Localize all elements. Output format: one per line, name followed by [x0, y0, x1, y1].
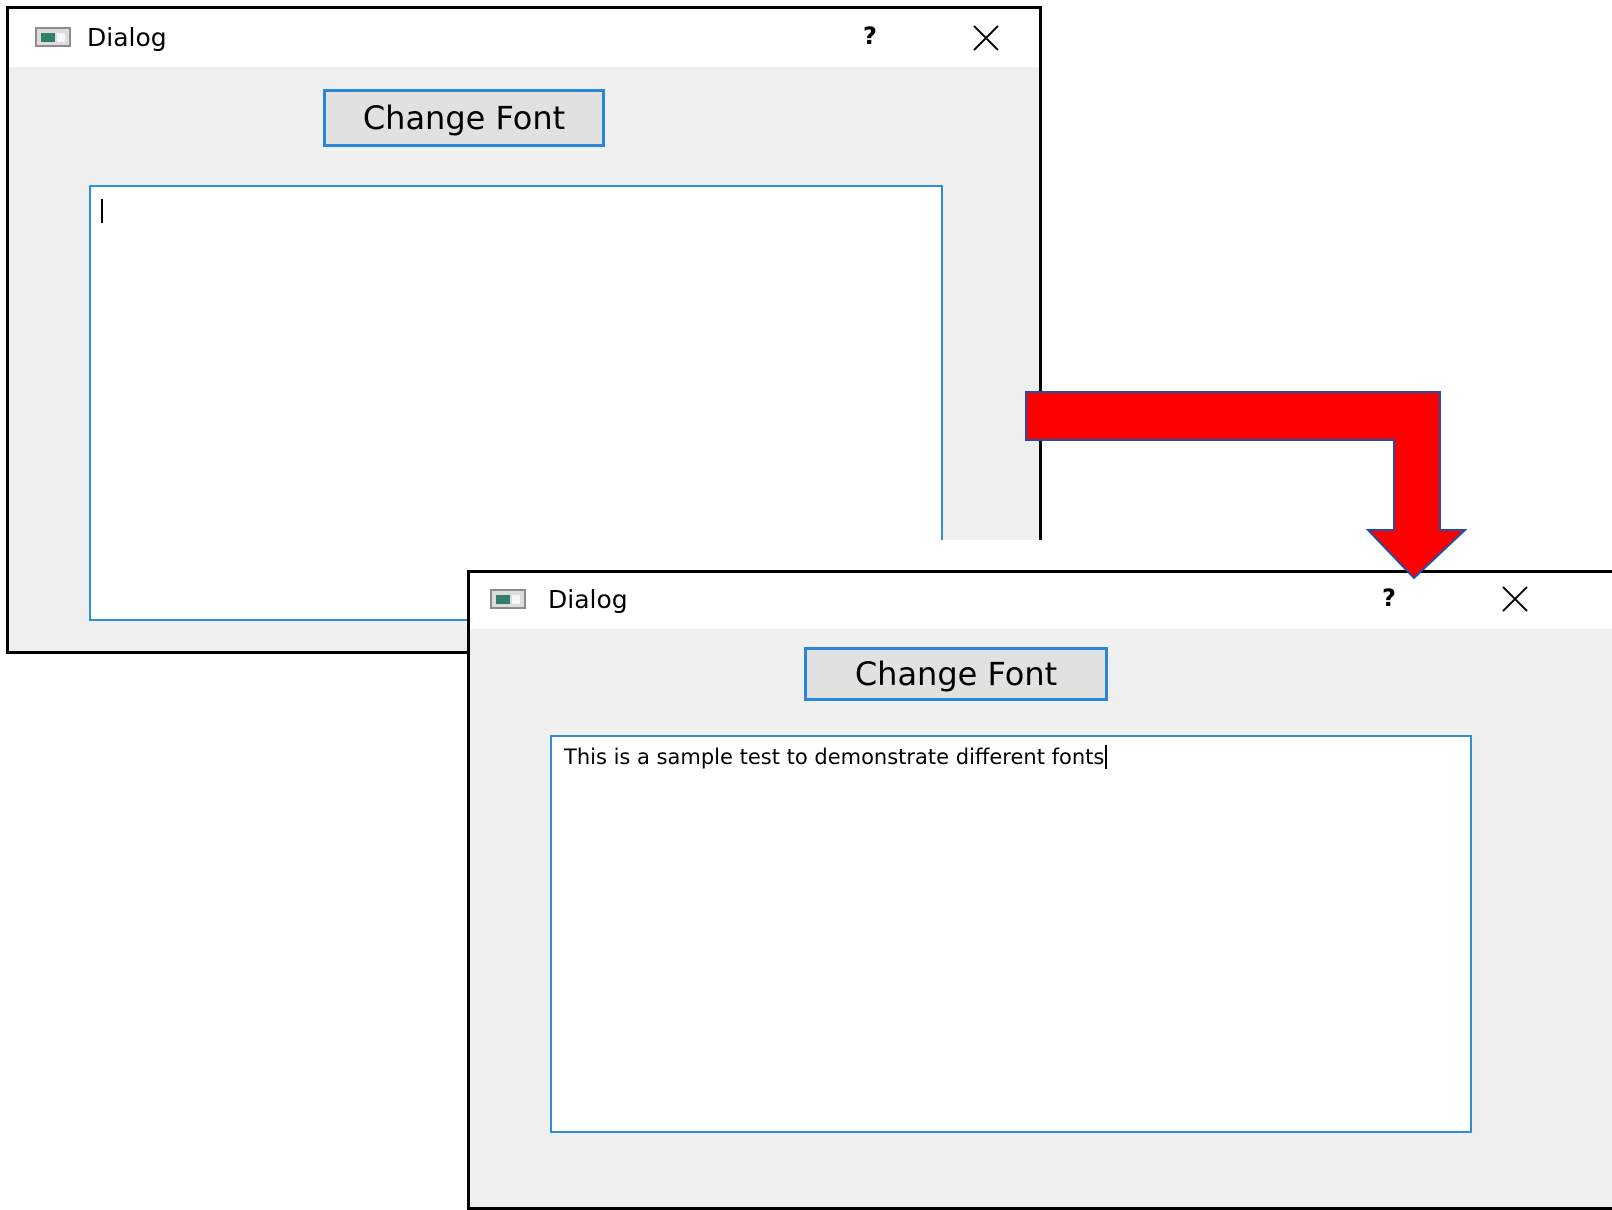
text-cursor: [101, 199, 103, 223]
change-font-button[interactable]: Change Font: [323, 89, 605, 147]
dialog-window-after: Dialog ? Change Font This is a sample te…: [467, 570, 1612, 1210]
app-window-icon: [35, 27, 71, 47]
text-edit-content: This is a sample test to demonstrate dif…: [564, 745, 1108, 769]
change-font-button-label: Change Font: [854, 655, 1058, 693]
close-icon[interactable]: [969, 21, 1003, 55]
title-bar[interactable]: Dialog ?: [470, 573, 1612, 629]
window-title: Dialog: [548, 585, 628, 614]
text-edit-area[interactable]: This is a sample test to demonstrate dif…: [550, 735, 1472, 1133]
close-icon[interactable]: [1498, 582, 1532, 616]
title-bar[interactable]: Dialog ?: [9, 9, 1039, 67]
help-button[interactable]: ?: [855, 22, 885, 50]
overlap-cutout: [428, 540, 1068, 570]
app-window-icon: [490, 589, 526, 609]
window-title: Dialog: [87, 23, 167, 52]
change-font-button-label: Change Font: [362, 99, 566, 137]
change-font-button[interactable]: Change Font: [804, 647, 1108, 701]
help-button[interactable]: ?: [1374, 584, 1404, 612]
text-cursor: [1105, 745, 1108, 769]
text-edit-value: This is a sample test to demonstrate dif…: [564, 745, 1105, 769]
arrow-shape: [1025, 391, 1468, 580]
